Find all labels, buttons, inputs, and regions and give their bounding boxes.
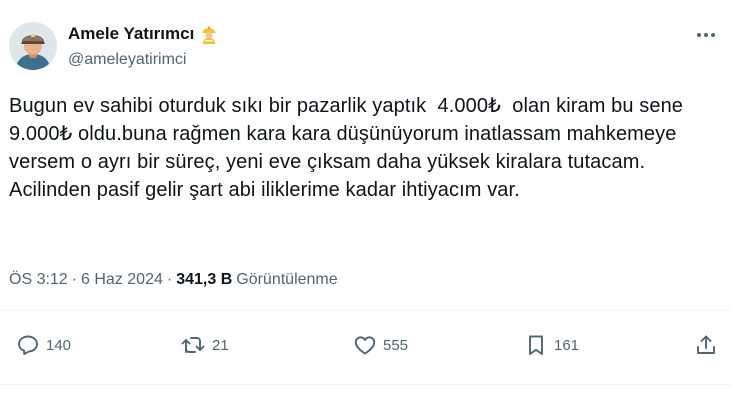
- more-options-button[interactable]: [694, 26, 718, 44]
- reply-icon: [18, 335, 38, 355]
- divider: [0, 310, 730, 311]
- meta-separator: ·: [166, 271, 173, 288]
- divider: [0, 384, 730, 385]
- construction-worker-emoji-icon: [199, 24, 219, 44]
- tweet-time[interactable]: ÖS 3:12: [9, 271, 68, 289]
- reply-button[interactable]: 140: [16, 333, 71, 357]
- display-name[interactable]: Amele Yatırımcı: [68, 24, 194, 44]
- avatar[interactable]: [9, 22, 57, 70]
- bookmark-button[interactable]: 161: [524, 333, 579, 357]
- views-count[interactable]: 341,3 B: [176, 271, 232, 289]
- like-button[interactable]: 555: [353, 333, 408, 357]
- tweet-date[interactable]: 6 Haz 2024: [81, 271, 163, 289]
- meta-separator: ·: [71, 271, 78, 288]
- tweet: Amele Yatırımcı @ameleyatirimci Bugun ev…: [0, 0, 730, 420]
- author-block: Amele Yatırımcı @ameleyatirimci: [68, 23, 219, 69]
- like-count: 555: [383, 336, 409, 354]
- bookmark-icon: [529, 335, 543, 355]
- views-label[interactable]: Görüntülenme: [236, 271, 337, 289]
- more-dots-icon: [697, 33, 715, 37]
- bookmark-count: 161: [554, 336, 580, 354]
- share-icon: [697, 335, 715, 354]
- retweet-count: 21: [212, 336, 229, 354]
- reply-count: 140: [46, 336, 72, 354]
- handle[interactable]: @ameleyatirimci: [68, 51, 219, 69]
- retweet-icon: [181, 337, 205, 353]
- tweet-meta: ÖS 3:12 · 6 Haz 2024 · 341,3 B Görüntüle…: [9, 271, 338, 289]
- retweet-button[interactable]: 21: [180, 333, 229, 357]
- action-bar: 140 21 555 161: [0, 333, 730, 365]
- share-button[interactable]: [694, 333, 718, 357]
- heart-icon: [354, 336, 376, 355]
- tweet-text: Bugun ev sahibi oturduk sıkı bir pazarli…: [9, 95, 695, 201]
